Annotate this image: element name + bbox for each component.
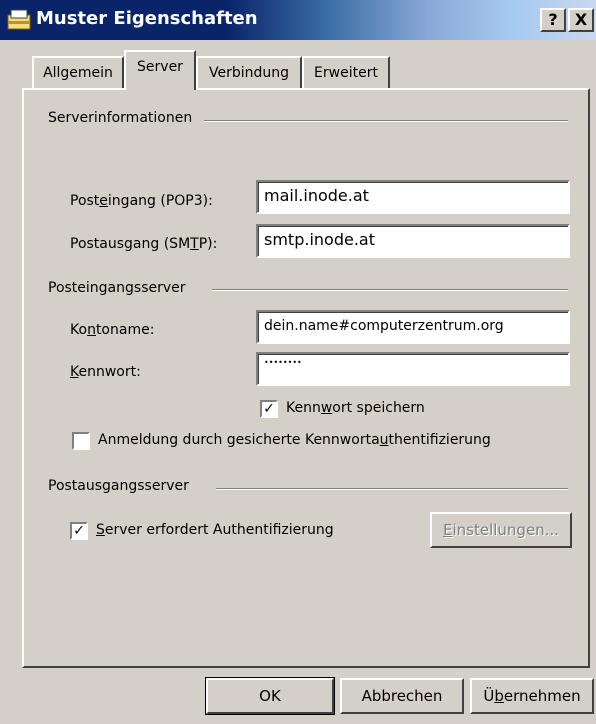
- server-requires-auth-checkbox[interactable]: ✓: [70, 522, 88, 540]
- outgoing-server-group-label: Postausgangsserver: [48, 478, 195, 494]
- incoming-server-group-label: Posteingangsserver: [48, 280, 192, 296]
- server-info-group-label: Serverinformationen: [48, 110, 199, 126]
- group-separator: [216, 488, 568, 490]
- server-requires-auth-label: Server erfordert Authentifizierung: [96, 522, 334, 538]
- account-name-label: Kontoname:: [70, 322, 155, 338]
- window-title: Muster Eigenschaften: [36, 8, 258, 29]
- remember-password-label: Kennwort speichern: [286, 400, 425, 416]
- outgoing-server-label: Postausgang (SMTP):: [70, 236, 218, 252]
- tab-allgemein[interactable]: Allgemein: [32, 56, 124, 88]
- remember-password-checkbox[interactable]: ✓: [260, 400, 278, 418]
- outgoing-server-input[interactable]: smtp.inode.at: [256, 224, 570, 258]
- title-bar[interactable]: Muster Eigenschaften ? X: [0, 0, 596, 40]
- password-input[interactable]: ••••••••: [256, 352, 570, 386]
- ok-button[interactable]: OK: [205, 677, 335, 715]
- secure-password-auth-label: Anmeldung durch gesicherte Kennwortauthe…: [98, 432, 491, 448]
- properties-app-icon: [7, 9, 31, 30]
- secure-password-auth-checkbox[interactable]: [72, 432, 90, 450]
- close-button[interactable]: X: [568, 8, 594, 32]
- incoming-server-label: Posteingang (POP3):: [70, 193, 213, 209]
- tab-erweitert[interactable]: Erweitert: [302, 56, 390, 88]
- cancel-button[interactable]: Abbrechen: [340, 678, 464, 714]
- help-button[interactable]: ?: [540, 8, 566, 32]
- incoming-server-input[interactable]: mail.inode.at: [256, 180, 570, 214]
- tab-server[interactable]: Server: [124, 50, 196, 90]
- tab-verbindung[interactable]: Verbindung: [196, 56, 302, 88]
- group-separator: [212, 289, 568, 291]
- settings-button[interactable]: Einstellungen...: [430, 512, 572, 548]
- password-label: Kennwort:: [70, 364, 141, 380]
- group-separator: [204, 120, 568, 122]
- apply-button[interactable]: Übernehmen: [470, 678, 594, 714]
- account-name-input[interactable]: dein.name#computerzentrum.org: [256, 310, 570, 344]
